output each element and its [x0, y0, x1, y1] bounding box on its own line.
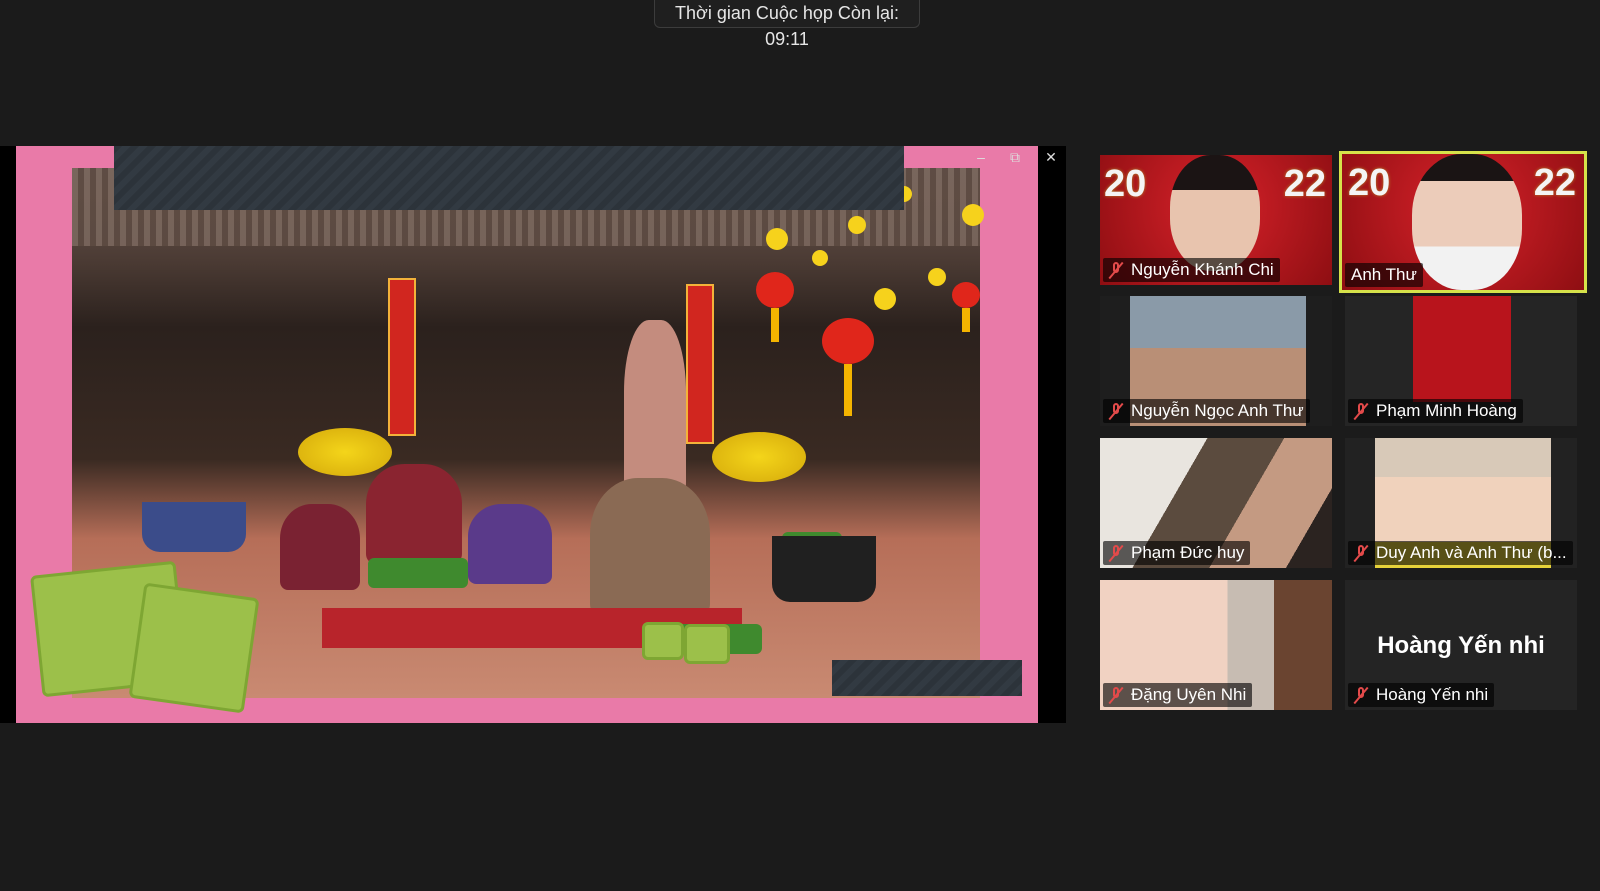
- participant-name-label: Phạm Minh Hoàng: [1348, 399, 1523, 423]
- year-badge: 22: [1533, 162, 1576, 204]
- year-badge: 20: [1104, 163, 1147, 205]
- mic-muted-icon: [1107, 686, 1125, 704]
- close-button[interactable]: ✕: [1036, 146, 1066, 168]
- mic-muted-icon: [1107, 544, 1125, 562]
- presentation-slide: [16, 146, 1038, 723]
- minimize-button[interactable]: –: [966, 146, 996, 168]
- shared-screen[interactable]: – ⧉ ✕: [0, 146, 1066, 723]
- participant-display-name: Hoàng Yến nhi: [1377, 632, 1545, 659]
- mic-muted-icon: [1107, 402, 1125, 420]
- participant-name-label: Nguyễn Ngọc Anh Thư: [1103, 399, 1310, 423]
- participant-tile[interactable]: Phạm Minh Hoàng: [1345, 296, 1577, 426]
- participant-tile-active-speaker[interactable]: 20 22 Anh Thư: [1339, 151, 1587, 293]
- participant-name-label: Phạm Đức huy: [1103, 541, 1251, 565]
- restore-button[interactable]: ⧉: [1000, 146, 1030, 168]
- meeting-timer: Thời gian Cuộc họp Còn lại: 09:11: [654, 0, 920, 49]
- participant-name-label: Anh Thư: [1345, 263, 1423, 287]
- year-badge: 20: [1348, 162, 1391, 204]
- participant-tile-no-video[interactable]: Hoàng Yến nhi Hoàng Yến nhi: [1345, 580, 1577, 710]
- participant-tile[interactable]: Phạm Đức huy: [1100, 438, 1332, 568]
- participant-tile[interactable]: Đặng Uyên Nhi: [1100, 580, 1332, 710]
- participant-name-label: Đặng Uyên Nhi: [1103, 683, 1253, 707]
- participant-tile[interactable]: Duy Anh và Anh Thư (b...: [1345, 438, 1577, 568]
- participant-tile[interactable]: 20 22 Nguyễn Khánh Chi: [1100, 155, 1332, 285]
- mic-muted-icon: [1352, 686, 1370, 704]
- participant-name-label: Hoàng Yến nhi: [1348, 683, 1495, 707]
- mic-muted-icon: [1352, 544, 1370, 562]
- year-badge: 22: [1283, 163, 1326, 205]
- participant-tile[interactable]: Nguyễn Ngọc Anh Thư: [1100, 296, 1332, 426]
- participant-name-label: Duy Anh và Anh Thư (b...: [1348, 541, 1573, 565]
- mic-muted-icon: [1352, 402, 1370, 420]
- participant-name-label: Nguyễn Khánh Chi: [1103, 258, 1280, 282]
- mic-muted-icon: [1107, 261, 1125, 279]
